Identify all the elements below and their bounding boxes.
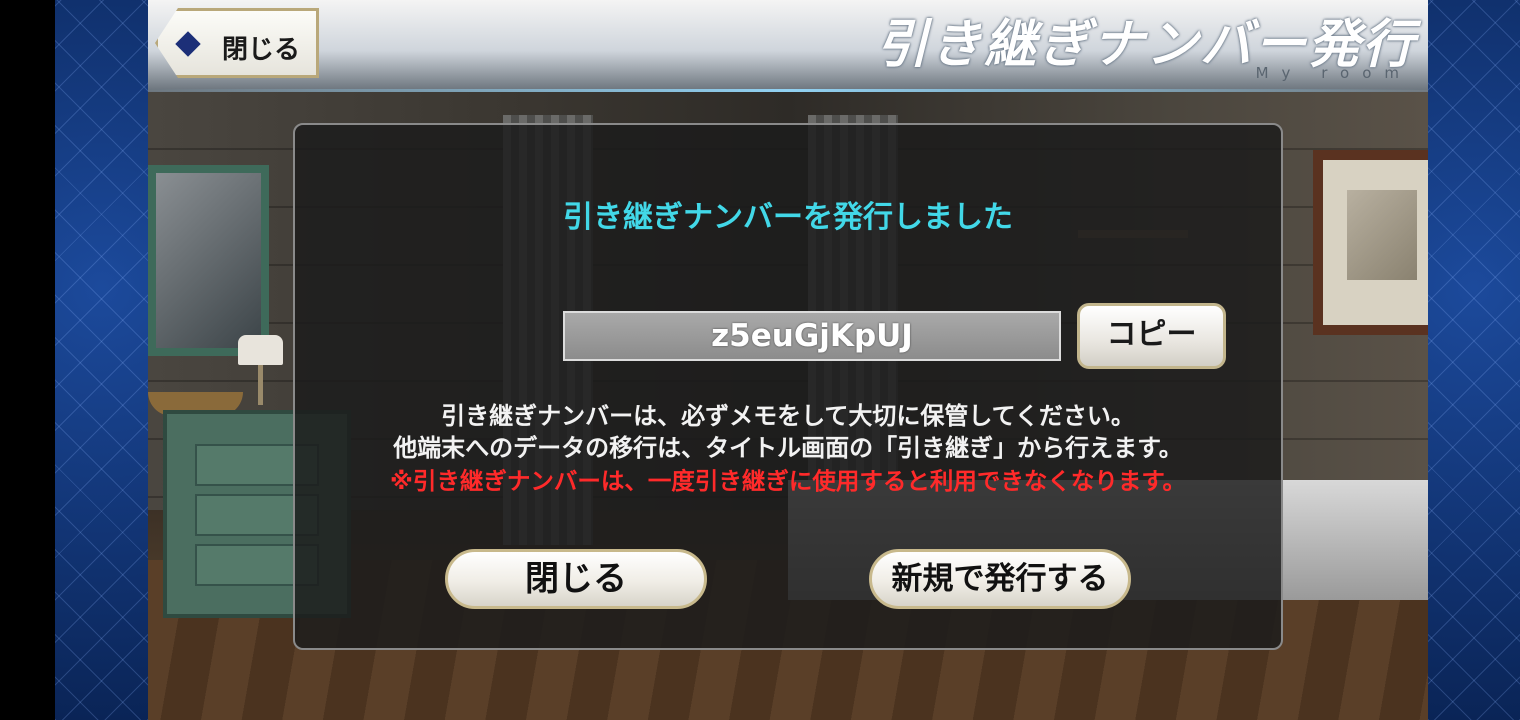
info-text-migration: 他端末へのデータの移行は、タイトル画面の「引き継ぎ」から行えます。 [393, 434, 1183, 462]
wall-picture [1313, 150, 1428, 335]
transfer-number-dialog: 引き継ぎナンバーを発行しました z5euGjKpUJ コピー 引き継ぎナンバーは… [293, 123, 1283, 650]
transfer-code-field[interactable]: z5euGjKpUJ [563, 311, 1061, 361]
lamp [238, 335, 283, 365]
picture-canvas [1347, 190, 1417, 280]
left-letterbox [0, 0, 55, 720]
diamond-back-icon [175, 31, 201, 57]
reissue-button[interactable]: 新規で発行する [869, 549, 1131, 609]
close-button[interactable]: 閉じる [445, 549, 707, 609]
info-text-memo: 引き継ぎナンバーは、必ずメモをして大切に保管してください。 [441, 402, 1135, 430]
back-button-label: 閉じる [222, 35, 301, 65]
lamp-stand [258, 365, 263, 405]
left-frame-pattern [55, 0, 148, 720]
back-close-button[interactable]: 閉じる [155, 8, 319, 78]
page-subtitle: My room [1255, 64, 1412, 82]
right-frame-pattern [1428, 0, 1520, 720]
dialog-heading: 引き継ぎナンバーを発行しました [563, 200, 1013, 235]
header-divider [148, 89, 1428, 92]
mirror [148, 165, 269, 356]
copy-button[interactable]: コピー [1077, 303, 1226, 369]
warning-text: ※引き継ぎナンバーは、一度引き継ぎに使用すると利用できなくなります。 [390, 467, 1186, 495]
